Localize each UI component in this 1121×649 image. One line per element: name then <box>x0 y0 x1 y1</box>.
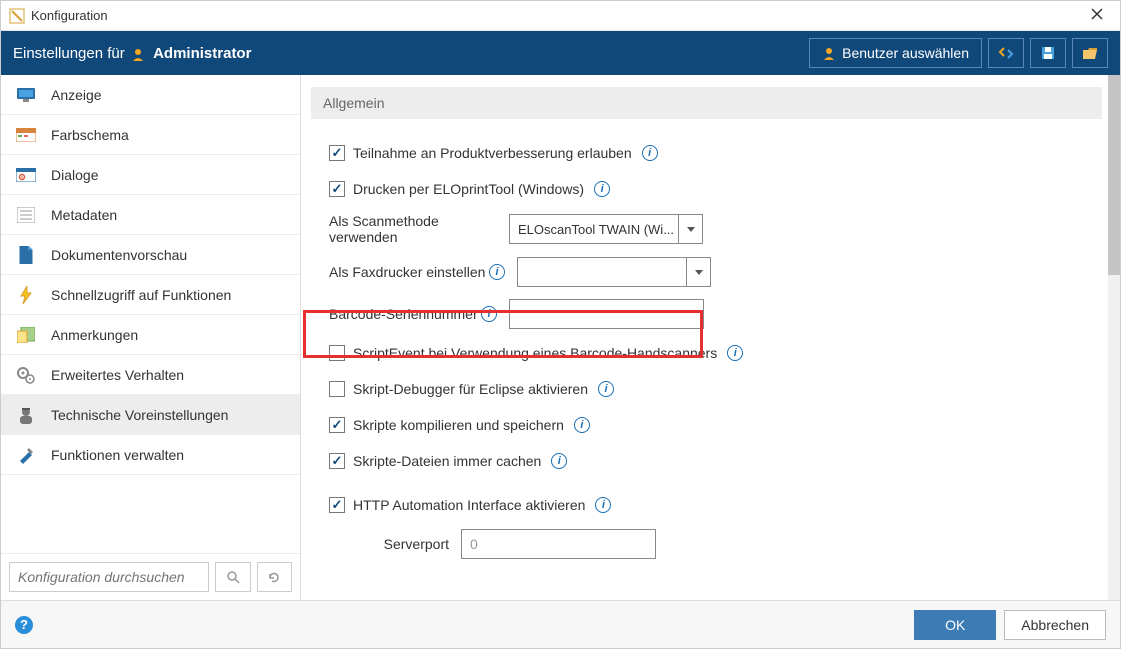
checkbox-compile[interactable] <box>329 417 345 433</box>
info-icon[interactable]: i <box>642 145 658 161</box>
checkbox-print-tool[interactable] <box>329 181 345 197</box>
sidebar-item-anmerkungen[interactable]: Anmerkungen <box>1 315 300 355</box>
monitor-icon <box>15 85 37 105</box>
sidebar-item-erweitert[interactable]: Erweitertes Verhalten <box>1 355 300 395</box>
sidebar-item-anzeige[interactable]: Anzeige <box>1 75 300 115</box>
input-barcode-serial[interactable] <box>509 299 704 329</box>
close-button[interactable] <box>1082 7 1112 25</box>
info-icon[interactable]: i <box>574 417 590 433</box>
ok-button[interactable]: OK <box>914 610 996 640</box>
sidebar-item-funktionen[interactable]: Funktionen verwalten <box>1 435 300 475</box>
scrollbar-track[interactable] <box>1108 75 1120 600</box>
info-icon[interactable]: i <box>595 497 611 513</box>
input-serverport[interactable] <box>461 529 656 559</box>
select-user-button[interactable]: Benutzer auswählen <box>809 38 982 68</box>
label-compile: Skripte kompilieren und speichern <box>353 417 564 433</box>
header-bar: Einstellungen für Administrator Benutzer… <box>1 31 1120 75</box>
sidebar-item-technische[interactable]: Technische Voreinstellungen <box>1 395 300 435</box>
info-icon[interactable]: i <box>551 453 567 469</box>
label-serverport: Serverport <box>351 536 461 552</box>
info-icon[interactable]: i <box>727 345 743 361</box>
settings-for-label: Einstellungen für Administrator <box>13 45 251 62</box>
tools-icon <box>15 445 37 465</box>
checkbox-cache[interactable] <box>329 453 345 469</box>
label-http: HTTP Automation Interface aktivieren <box>353 497 585 513</box>
sidebar-item-metadaten[interactable]: Metadaten <box>1 195 300 235</box>
footer: ? OK Abbrechen <box>1 600 1120 648</box>
reset-button[interactable] <box>257 562 293 592</box>
checkbox-http[interactable] <box>329 497 345 513</box>
app-icon <box>9 8 25 24</box>
label-scan-method: Als Scanmethode verwenden <box>329 213 509 245</box>
user-icon <box>131 47 145 61</box>
search-input[interactable] <box>9 562 209 592</box>
save-button[interactable] <box>1030 38 1066 68</box>
lightning-icon <box>15 285 37 305</box>
palette-icon <box>15 125 37 145</box>
note-icon <box>15 325 37 345</box>
dialog-icon <box>15 165 37 185</box>
chevron-down-icon[interactable] <box>687 257 711 287</box>
sidebar-item-dialoge[interactable]: Dialoge <box>1 155 300 195</box>
label-barcode-serial: Barcode-Seriennummer <box>329 306 481 322</box>
checkbox-product-improvement[interactable] <box>329 145 345 161</box>
sidebar-item-schnellzugriff[interactable]: Schnellzugriff auf Funktionen <box>1 275 300 315</box>
label-product-improvement: Teilnahme an Produktverbesserung erlaube… <box>353 145 632 161</box>
content-area: Allgemein Teilnahme an Produktverbesseru… <box>301 75 1120 577</box>
checkbox-debugger[interactable] <box>329 381 345 397</box>
transfer-button[interactable] <box>988 38 1024 68</box>
gears-icon <box>15 365 37 385</box>
technician-icon <box>15 405 37 425</box>
label-print-tool: Drucken per ELOprintTool (Windows) <box>353 181 584 197</box>
chevron-down-icon[interactable] <box>679 214 703 244</box>
window-title: Konfiguration <box>31 8 1082 23</box>
dropdown-fax-printer[interactable] <box>517 257 711 287</box>
label-script-event: ScriptEvent bei Verwendung eines Barcode… <box>353 345 717 361</box>
info-icon[interactable]: i <box>598 381 614 397</box>
form-icon <box>15 205 37 225</box>
titlebar: Konfiguration <box>1 1 1120 31</box>
info-icon[interactable]: i <box>594 181 610 197</box>
help-button[interactable]: ? <box>15 616 33 634</box>
section-header: Allgemein <box>311 87 1102 119</box>
sidebar-item-farbschema[interactable]: Farbschema <box>1 115 300 155</box>
sidebar-item-dokumentenvorschau[interactable]: Dokumentenvorschau <box>1 235 300 275</box>
label-debugger: Skript-Debugger für Eclipse aktivieren <box>353 381 588 397</box>
sidebar: Anzeige Farbschema Dialoge Metadaten Dok… <box>1 75 301 600</box>
dropdown-scan-method[interactable]: ELOscanTool TWAIN (Wi... <box>509 214 703 244</box>
scrollbar-thumb[interactable] <box>1108 75 1120 275</box>
label-fax-printer: Als Faxdrucker einstellen <box>329 264 489 280</box>
cancel-button[interactable]: Abbrechen <box>1004 610 1106 640</box>
search-button[interactable] <box>215 562 251 592</box>
info-icon[interactable]: i <box>489 264 505 280</box>
document-icon <box>15 245 37 265</box>
label-cache: Skripte-Dateien immer cachen <box>353 453 541 469</box>
info-icon[interactable]: i <box>481 306 497 322</box>
checkbox-script-event[interactable] <box>329 345 345 361</box>
open-button[interactable] <box>1072 38 1108 68</box>
